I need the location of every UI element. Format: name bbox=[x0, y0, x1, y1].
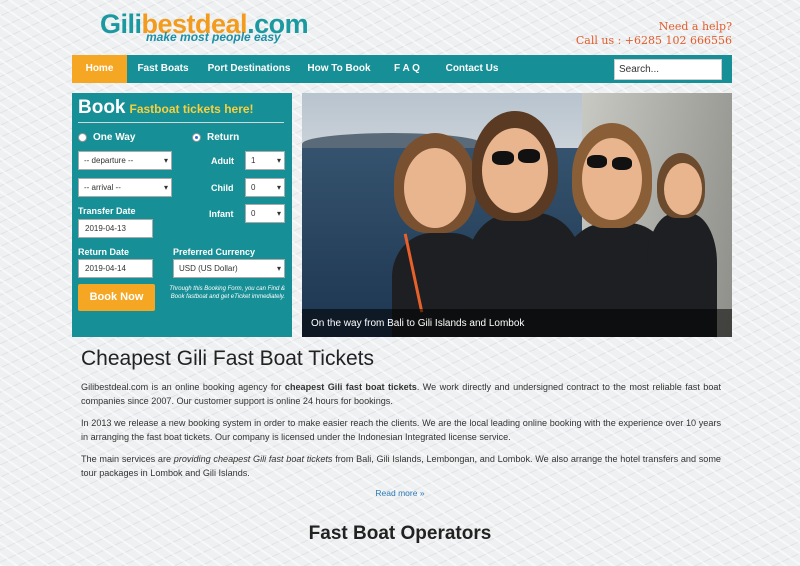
hero-caption: On the way from Bali to Gili Islands and… bbox=[311, 318, 525, 329]
booking-note: Through this Booking Form, you can Find … bbox=[169, 286, 285, 300]
nav-fast-boats[interactable]: Fast Boats bbox=[132, 55, 194, 83]
nav-contact-us[interactable]: Contact Us bbox=[440, 55, 504, 83]
hero-photo: On the way from Bali to Gili Islands and… bbox=[302, 93, 732, 337]
intro-paragraph: Gilibestdeal.com is an online booking ag… bbox=[81, 380, 721, 408]
services-paragraph: The main services are providing cheapest… bbox=[81, 452, 721, 480]
nav-port-destinations[interactable]: Port Destinations bbox=[204, 55, 294, 83]
nav-home[interactable]: Home bbox=[72, 55, 127, 83]
adult-select[interactable]: 1 bbox=[245, 151, 285, 170]
history-paragraph: In 2013 we release a new booking system … bbox=[81, 418, 721, 442]
help-heading: Need a help? bbox=[658, 20, 732, 33]
person-face bbox=[664, 163, 702, 215]
nav-faq[interactable]: F A Q bbox=[384, 55, 430, 83]
person-face bbox=[482, 128, 548, 213]
transfer-date-input[interactable]: 2019-04-13 bbox=[78, 219, 153, 238]
logo-part-gili: Gili bbox=[100, 9, 142, 39]
booking-title: Book bbox=[78, 97, 126, 118]
services-italic-text: providing cheapest Gili fast boat ticket… bbox=[173, 454, 333, 464]
transfer-date-label: Transfer Date bbox=[78, 206, 136, 216]
arrival-select[interactable]: -- arrival -- bbox=[78, 178, 172, 197]
sunglasses bbox=[492, 151, 514, 165]
sunglasses bbox=[612, 157, 632, 170]
help-phone: Call us : +6285 102 666556 bbox=[575, 34, 732, 47]
nav-how-to-book[interactable]: How To Book bbox=[302, 55, 376, 83]
intro-text: Gilibestdeal.com is an online booking ag… bbox=[81, 382, 285, 392]
currency-select[interactable]: USD (US Dollar) bbox=[173, 259, 285, 278]
booking-divider bbox=[78, 122, 284, 123]
sunglasses bbox=[518, 149, 540, 163]
return-label: Return bbox=[207, 132, 240, 143]
one-way-radio[interactable]: One Way bbox=[78, 132, 135, 143]
radio-selected-icon bbox=[192, 133, 201, 142]
page-title: Cheapest Gili Fast Boat Tickets bbox=[81, 347, 374, 370]
booking-subtitle: Fastboat tickets here! bbox=[129, 102, 254, 116]
book-now-button[interactable]: Book Now bbox=[78, 284, 155, 311]
return-date-input[interactable]: 2019-04-14 bbox=[78, 259, 153, 278]
logo-tagline: make most people easy bbox=[146, 30, 281, 44]
infant-label: Infant bbox=[209, 209, 234, 219]
main-nav: Home Fast Boats Port Destinations How To… bbox=[72, 55, 732, 83]
person-face bbox=[582, 138, 642, 220]
intro-bold-text: cheapest Gili fast boat tickets bbox=[284, 382, 417, 392]
search-input[interactable] bbox=[614, 59, 722, 80]
site-logo[interactable]: Gilibestdeal.com make most people easy bbox=[100, 9, 309, 44]
child-select[interactable]: 0 bbox=[245, 178, 285, 197]
booking-form: Book Fastboat tickets here! One Way Retur… bbox=[72, 93, 292, 337]
infant-select[interactable]: 0 bbox=[245, 204, 285, 223]
person-face bbox=[404, 148, 466, 228]
departure-select[interactable]: -- departure -- bbox=[78, 151, 172, 170]
sunglasses bbox=[587, 155, 607, 168]
read-more-link[interactable]: Read more » bbox=[0, 488, 800, 498]
return-date-label: Return Date bbox=[78, 247, 130, 257]
one-way-label: One Way bbox=[93, 132, 136, 143]
adult-label: Adult bbox=[211, 156, 234, 166]
currency-label: Preferred Currency bbox=[173, 247, 256, 257]
operators-heading: Fast Boat Operators bbox=[308, 523, 492, 544]
booking-header: Book Fastboat tickets here! bbox=[78, 97, 254, 119]
help-contact: Need a help? Call us : +6285 102 666556 bbox=[576, 20, 732, 48]
radio-unselected-icon bbox=[78, 133, 87, 142]
return-radio[interactable]: Return bbox=[192, 132, 239, 143]
child-label: Child bbox=[211, 183, 234, 193]
services-text: The main services are bbox=[81, 454, 174, 464]
